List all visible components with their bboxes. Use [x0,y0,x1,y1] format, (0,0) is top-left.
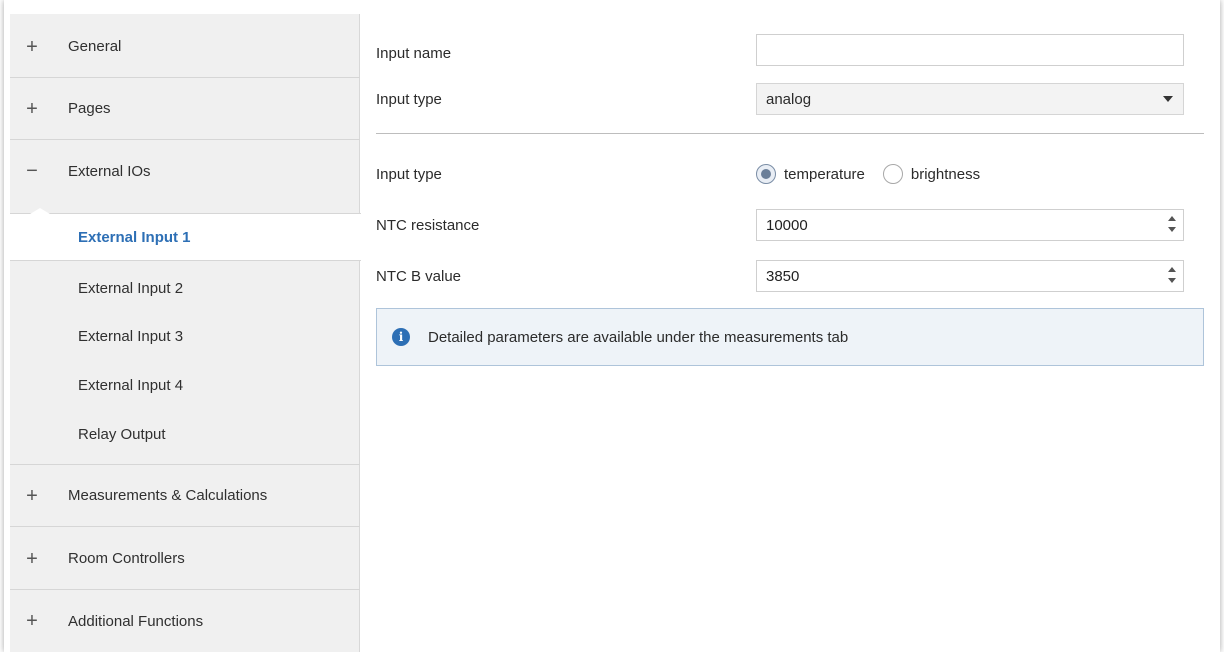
sidebar-group-pages[interactable]: + Pages [10,78,360,140]
spin-down-icon[interactable] [1168,278,1176,283]
expand-plus-icon: + [26,35,38,58]
info-text: Detailed parameters are available under … [428,328,849,346]
sidebar-group-external-ios[interactable]: − External IOs [10,140,360,202]
input-type-label: Input type [376,90,442,108]
sidebar-group-label: Additional Functions [68,612,204,630]
expand-plus-icon: + [26,97,38,120]
parameter-panel: Input name Input type analog Input type … [361,14,1220,652]
sidebar-group-label: General [68,38,122,55]
input-type-select[interactable]: analog [756,83,1184,115]
radio-unselected-icon [882,164,903,184]
input-name-label: Input name [376,44,452,62]
spin-up-icon[interactable] [1168,267,1176,272]
ntc-b-value-stepper[interactable]: 3850 [756,260,1184,292]
sidebar-group-general[interactable]: + General [10,16,360,78]
sidebar-item-external-input-4[interactable]: External Input 4 [10,361,360,409]
input-type-radio-group: temperature brightness [756,158,998,190]
sidebar-item-label: External Input 1 [78,228,191,246]
radio-temperature[interactable]: temperature [756,164,865,184]
sidebar-group-measurements[interactable]: + Measurements & Calculations [10,464,360,527]
sidebar-group-additional-functions[interactable]: + Additional Functions [10,590,360,652]
selection-notch [30,208,50,214]
sidebar-group-label: Pages [68,100,111,117]
spin-arrows[interactable] [1167,265,1177,287]
sidebar-item-label: External Input 3 [78,327,184,345]
info-icon: i [392,328,410,346]
ntc-b-value-value: 3850 [766,267,800,285]
ntc-resistance-value: 10000 [766,216,808,234]
sidebar: + General + Pages − External IOs Externa… [10,14,361,652]
collapse-minus-icon: − [26,160,38,182]
expand-plus-icon: + [26,610,38,632]
ntc-b-value-label: NTC B value [376,267,462,285]
input-type-radio-label: Input type [376,165,442,183]
sidebar-item-label: External Input 4 [78,376,184,394]
chevron-down-icon [1163,96,1173,102]
sidebar-item-external-input-1[interactable]: External Input 1 [10,208,361,261]
sidebar-item-external-input-3[interactable]: External Input 3 [10,312,360,360]
expand-plus-icon: + [26,547,38,570]
radio-brightness[interactable]: brightness [882,164,981,184]
radio-selected-icon [756,164,776,184]
section-divider [376,133,1204,134]
input-name-field[interactable] [756,34,1184,66]
spin-down-icon[interactable] [1168,227,1176,232]
radio-label: brightness [910,165,981,183]
expand-plus-icon: + [26,484,38,507]
sidebar-group-label: Room Controllers [68,550,185,567]
ntc-resistance-stepper[interactable]: 10000 [756,209,1184,241]
sidebar-item-label: Relay Output [78,425,166,443]
sidebar-group-label: External IOs [68,162,151,180]
sidebar-item-label: External Input 2 [78,279,184,297]
sidebar-group-room-controllers[interactable]: + Room Controllers [10,528,360,590]
sidebar-group-label: Measurements & Calculations [68,487,268,504]
radio-label: temperature [784,165,865,183]
ntc-resistance-label: NTC resistance [376,216,480,234]
sidebar-item-external-input-2[interactable]: External Input 2 [10,264,360,312]
input-type-selected-value: analog [766,90,812,108]
sidebar-item-relay-output[interactable]: Relay Output [10,410,360,458]
spin-up-icon[interactable] [1168,216,1176,221]
spin-arrows[interactable] [1167,214,1177,236]
info-banner: i Detailed parameters are available unde… [376,308,1204,366]
